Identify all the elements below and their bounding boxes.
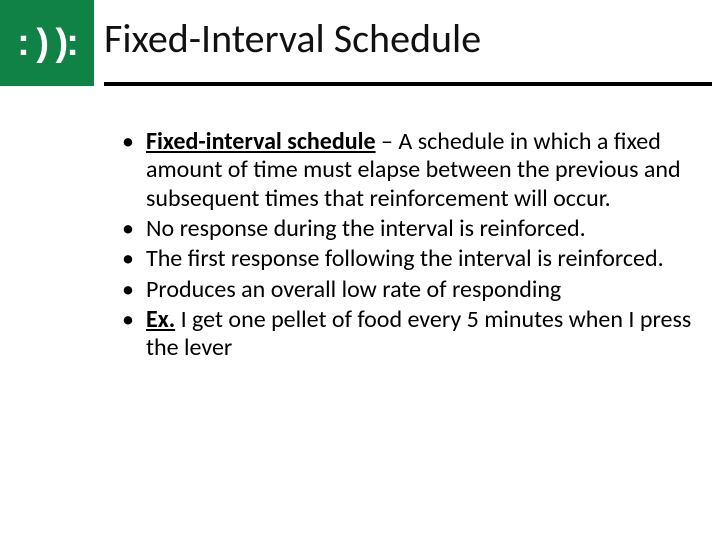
logo: : ) ): [0, 0, 94, 86]
page-title: Fixed-Interval Schedule [104, 14, 704, 63]
example-label: Ex. [146, 305, 175, 334]
list-item: No response during the interval is reinf… [118, 215, 700, 243]
list-text: – [376, 127, 399, 156]
slide: : ) ): Fixed-Interval Schedule Fixed-int… [0, 0, 720, 540]
list-item: Produces an overall low rate of respondi… [118, 276, 700, 304]
term: Fixed-interval schedule [146, 127, 376, 156]
list-item: Fixed-interval schedule – A schedule in … [118, 128, 700, 213]
list-item: Ex. I get one pellet of food every 5 min… [118, 306, 700, 363]
content: Fixed-interval schedule – A schedule in … [118, 128, 700, 365]
logo-text: : ) ): [17, 24, 77, 62]
list-text: Produces an overall low rate of respondi… [146, 275, 561, 304]
list-text: I get one pellet of food every 5 minutes… [146, 305, 691, 362]
bullet-list: Fixed-interval schedule – A schedule in … [118, 128, 700, 363]
list-text: No response during the interval is reinf… [146, 214, 586, 243]
title-underline [104, 82, 712, 86]
list-text: The first response following the interva… [146, 244, 664, 273]
list-item: The first response following the interva… [118, 245, 700, 273]
